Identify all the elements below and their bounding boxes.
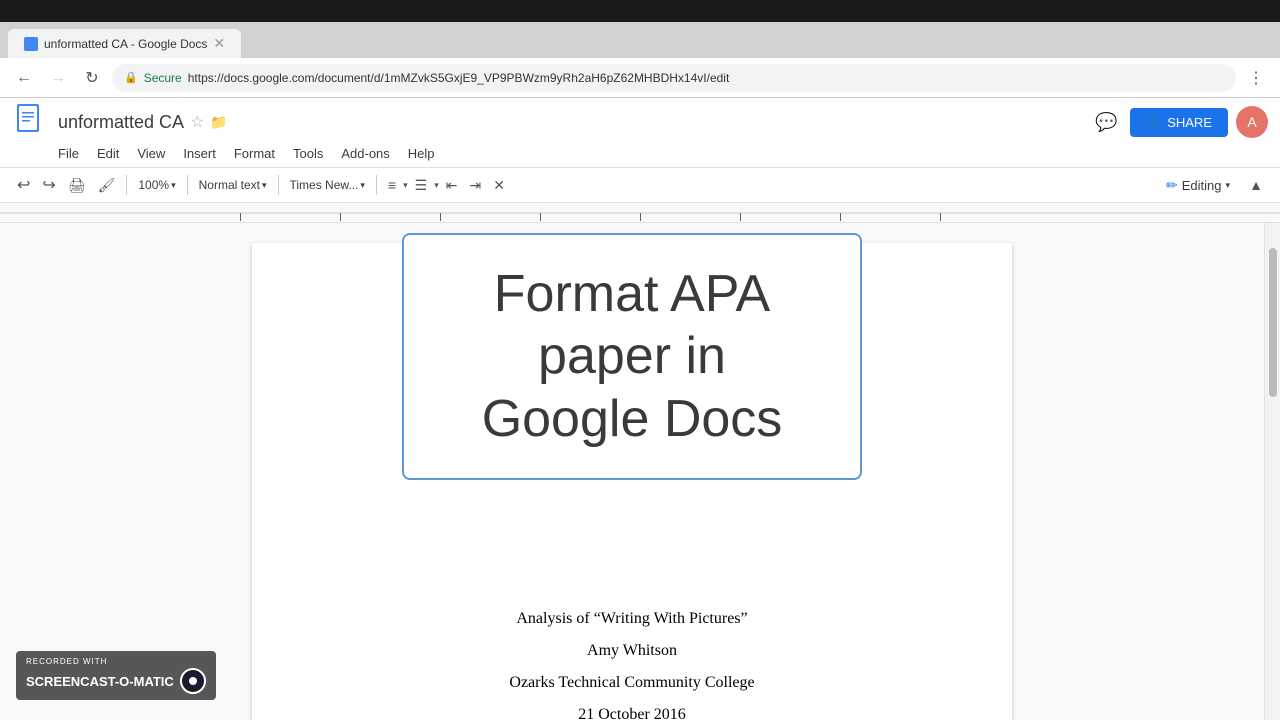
indent-decrease-button[interactable]: ⇤ [441, 174, 463, 197]
address-bar[interactable]: 🔒 Secure https://docs.google.com/documen… [112, 64, 1236, 92]
paintformat-button[interactable]: 🖌 [93, 174, 121, 197]
menu-file[interactable]: File [50, 142, 87, 165]
watermark-recorded: RECORDED WITH [26, 657, 206, 666]
font-chevron: ▾ [360, 180, 365, 191]
unordered-list-button[interactable]: ☰ [410, 174, 433, 197]
refresh-button[interactable]: ↻ [78, 64, 106, 92]
doc-scroll-area[interactable]: Format APA paper in Google Docs Analysis… [0, 223, 1264, 720]
font-select[interactable]: Times New... ▾ [285, 175, 370, 195]
secure-icon: 🔒 [124, 71, 138, 84]
doc-line-1: Analysis of “Writing With Pictures” [332, 603, 932, 635]
style-value: Normal text [199, 178, 260, 192]
watermark-brand: SCREENCAST-O-MATIC [26, 674, 174, 689]
toolbar: ↩ ↪ 🖨 🖌 100% ▾ Normal text ▾ Times New..… [0, 167, 1280, 203]
print-button[interactable]: 🖨 [63, 174, 91, 197]
avatar[interactable]: A [1236, 106, 1268, 138]
style-chevron: ▾ [262, 180, 267, 191]
doc-title: unformatted CA [58, 112, 184, 133]
ordered-list-button[interactable]: ≡ [383, 174, 401, 196]
share-button[interactable]: 👤 SHARE [1130, 108, 1228, 137]
clear-format-button[interactable]: ✕ [488, 174, 510, 197]
forward-button[interactable]: → [44, 64, 72, 92]
overlay-title-line1: Format APA [434, 263, 830, 325]
zoom-value: 100% [138, 178, 169, 192]
share-icon: 👤 [1146, 115, 1161, 129]
tab-title: unformatted CA - Google Docs [44, 37, 207, 51]
menu-view[interactable]: View [129, 142, 173, 165]
overlay-title-line3: Google Docs [434, 388, 830, 450]
collapse-button[interactable]: ▲ [1244, 173, 1268, 197]
menu-bar: File Edit View Insert Format Tools Add-o… [0, 140, 1280, 167]
tab-favicon [24, 37, 38, 51]
overlay-title-line2: paper in [434, 325, 830, 387]
overlay-card: Format APA paper in Google Docs [402, 233, 862, 480]
editing-button[interactable]: ✏ Editing ▾ [1158, 173, 1238, 198]
menu-insert[interactable]: Insert [175, 142, 224, 165]
scrollbar[interactable] [1264, 223, 1280, 720]
style-select[interactable]: Normal text ▾ [194, 175, 272, 195]
undo-button[interactable]: ↩ [12, 172, 35, 198]
doc-content: Analysis of “Writing With Pictures” Amy … [332, 603, 932, 720]
editing-label: Editing [1182, 178, 1222, 193]
extensions-button[interactable]: ⋮ [1242, 64, 1270, 92]
folder-icon[interactable]: 📁 [210, 114, 227, 131]
comment-button[interactable]: 💬 [1090, 106, 1122, 138]
watermark-circle [180, 668, 206, 694]
doc-line-3: Ozarks Technical Community College [332, 667, 932, 699]
watermark: RECORDED WITH SCREENCAST-O-MATIC [16, 651, 216, 700]
menu-tools[interactable]: Tools [285, 142, 331, 165]
document-page: Format APA paper in Google Docs Analysis… [252, 243, 1012, 720]
share-label: SHARE [1167, 115, 1212, 130]
scrollbar-thumb[interactable] [1269, 248, 1277, 397]
menu-edit[interactable]: Edit [89, 142, 127, 165]
indent-increase-button[interactable]: ⇥ [464, 174, 486, 197]
doc-line-4: 21 October 2016 [332, 699, 932, 720]
ruler [0, 203, 1280, 223]
docs-logo [12, 104, 48, 140]
zoom-chevron: ▾ [171, 180, 176, 191]
zoom-select[interactable]: 100% ▾ [133, 175, 180, 195]
font-value: Times New... [290, 178, 359, 192]
browser-tab[interactable]: unformatted CA - Google Docs ✕ [8, 29, 241, 58]
doc-line-2: Amy Whitson [332, 635, 932, 667]
back-button[interactable]: ← [10, 64, 38, 92]
menu-format[interactable]: Format [226, 142, 283, 165]
editing-chevron: ▾ [1225, 180, 1230, 191]
pencil-icon: ✏ [1166, 177, 1178, 194]
secure-label: Secure [144, 71, 182, 85]
menu-addons[interactable]: Add-ons [333, 142, 397, 165]
url-text: https://docs.google.com/document/d/1mMZv… [188, 71, 730, 85]
redo-button[interactable]: ↪ [37, 172, 60, 198]
star-icon[interactable]: ☆ [190, 112, 204, 132]
menu-help[interactable]: Help [400, 142, 443, 165]
